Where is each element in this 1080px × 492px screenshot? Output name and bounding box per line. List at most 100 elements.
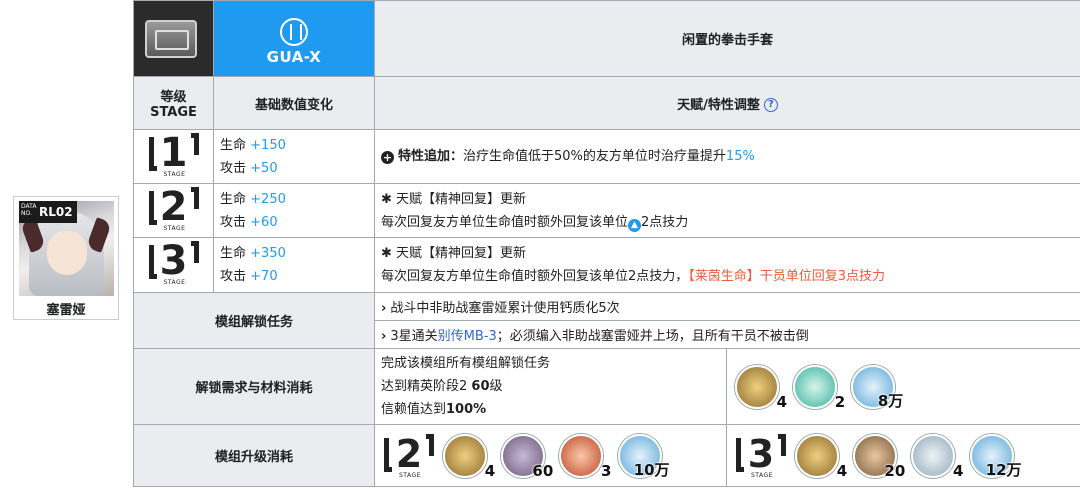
stage-3-badge-cell: 3 STAGE	[133, 237, 214, 293]
unlock-req-label: 解锁需求与材料消耗	[133, 348, 375, 425]
trait-text: 治疗生命值低于50%的友方单位时治疗量提升	[463, 149, 726, 164]
material-item[interactable]: 4	[909, 432, 964, 480]
material-count: 60	[532, 461, 554, 480]
help-icon[interactable]: ?	[763, 98, 778, 112]
material-item[interactable]: 2	[791, 363, 845, 411]
upgrade-label: 模组升级消耗	[133, 424, 375, 487]
unlock-req-line-2c: 级	[489, 379, 503, 394]
upgrade-stage-2-badge: 2 STAGE	[381, 432, 437, 480]
hp-label: 生命	[220, 191, 247, 207]
material-item[interactable]: 4	[733, 363, 787, 411]
unlock-task-2: › 3星通关别传MB-3；必须编入非助战塞雷娅并上场，且所有干员不被击倒	[373, 320, 1080, 349]
stage-1-sub: STAGE	[163, 170, 186, 178]
upgrade-stage-3-badge: 3 STAGE	[733, 432, 789, 480]
asterisk-icon: ✱	[381, 191, 392, 207]
unlock-req-line-2a: 达到精英阶段2	[381, 379, 472, 394]
data-no-label: DATA NO.	[19, 201, 37, 223]
unlock-req-level: 60	[471, 379, 490, 394]
stage-2-badge-cell: 2 STAGE	[133, 183, 214, 238]
trait-prefix: 特性追加：	[398, 149, 464, 164]
unlock-req-materials: 4 2 8万	[725, 348, 1080, 425]
stage-row-3: 3 STAGE 生命 +350 攻击 +70 ✱ 天赋【精神回复】更新 每次回复…	[133, 237, 1080, 293]
operator-code: RL02	[37, 201, 77, 223]
material-count: 4	[484, 461, 496, 480]
stage-row-2: 2 STAGE 生命 +250 攻击 +60 ✱ 天赋【精神回复】更新 每次回复…	[133, 183, 1080, 238]
unlock-task-2-suffix: ；必须编入非助战塞雷娅并上场，且所有干员不被击倒	[496, 329, 809, 344]
operator-card[interactable]: DATA NO. RL02 塞雷娅	[13, 196, 119, 320]
hp-value: +350	[250, 246, 286, 261]
module-data-block-icon	[443, 433, 488, 478]
material-count: 4	[776, 392, 787, 411]
stats-header: 基础数值变化	[213, 76, 375, 130]
module-image-cell	[133, 0, 214, 77]
atk-label: 攻击	[220, 214, 247, 230]
upgrade-stage-2: 2 STAGE 4 60 3 10万	[374, 424, 727, 487]
plus-icon: +	[381, 151, 394, 164]
material-item[interactable]: 12万	[968, 432, 1022, 480]
stage-header-en: STAGE	[150, 105, 197, 120]
stage-3-sub: STAGE	[163, 279, 186, 286]
operator-data-tag: DATA NO. RL02	[19, 201, 77, 223]
upgrade-stage-3: 3 STAGE 4 20 4 12万	[725, 424, 1080, 487]
material-item[interactable]: 4	[441, 432, 496, 480]
stage-1-talent: + 特性追加：治疗生命值低于50%的友方单位时治疗量提升15%	[373, 129, 1080, 184]
material-count: 3	[600, 461, 612, 480]
unlock-req-trust: 100%	[446, 402, 487, 417]
trait-highlight: 15%	[725, 149, 755, 164]
material-count: 4	[836, 461, 848, 480]
unlock-task-2-prefix: 3星通关	[390, 329, 438, 344]
atk-value: +70	[250, 269, 278, 284]
module-table: GUA-X 闲置的拳击手套 等级 STAGE 基础数值变化 天赋/特性调整? 1…	[133, 0, 1080, 487]
module-data-block-icon	[735, 364, 779, 409]
unlock-req-line-1: 完成该模组所有模组解锁任务	[381, 356, 551, 371]
talent-desc-highlight: 【莱茵生命】干员单位回复3点技力	[688, 269, 886, 284]
material-count: 10万	[633, 460, 670, 479]
polymer-icon	[911, 433, 956, 478]
talent-desc: 每次回复友方单位生命值时额外回复该单位2点技力，	[381, 269, 689, 284]
material-item[interactable]: 10万	[616, 432, 670, 480]
material-count: 20	[884, 461, 906, 480]
stage-link[interactable]: 别传MB-3	[438, 329, 497, 344]
stage-1-badge-cell: 1 STAGE	[133, 129, 214, 184]
module-type-cell: GUA-X	[213, 0, 375, 77]
material-item[interactable]: 20	[851, 432, 906, 480]
upgrade-stage-2-sub: STAGE	[399, 471, 421, 479]
atk-value: +50	[250, 160, 278, 176]
stage-2-sub: STAGE	[163, 224, 186, 232]
stage-3-talent: ✱ 天赋【精神回复】更新 每次回复友方单位生命值时额外回复该单位2点技力，【莱茵…	[373, 237, 1080, 293]
talent-update: 天赋【精神回复】更新	[396, 191, 527, 207]
hp-value: +150	[250, 137, 286, 153]
stage-header: 等级 STAGE	[133, 76, 214, 130]
stage-row-1: 1 STAGE 生命 +150 攻击 +50 + 特性追加：治疗生命值低于50%的…	[133, 129, 1080, 184]
module-type-icon	[280, 17, 308, 46]
chevron-right-icon: ›	[381, 301, 387, 316]
stage-1-badge: 1 STAGE	[146, 130, 202, 179]
hp-label: 生命	[220, 246, 247, 261]
unlock-req-conditions: 完成该模组所有模组解锁任务 达到精英阶段2 60级 信赖值达到100%	[374, 348, 727, 425]
material-item[interactable]: 60	[499, 432, 554, 480]
hp-value: +250	[250, 191, 286, 207]
crystal-chip-icon	[793, 364, 838, 409]
stage-2-badge: 2 STAGE	[146, 184, 202, 233]
atk-label: 攻击	[220, 269, 247, 284]
material-count: 4	[952, 461, 964, 480]
talent-update: 天赋【精神回复】更新	[396, 246, 527, 261]
material-count: 12万	[985, 460, 1022, 479]
stage-3-badge: 3 STAGE	[146, 238, 202, 287]
stage-header-cn: 等级	[160, 90, 187, 105]
unlock-task-1: › 战斗中非助战塞雷娅累计使用钙质化5次	[373, 292, 1080, 321]
stage-2-stats: 生命 +250 攻击 +60	[213, 183, 375, 238]
talent-header: 天赋/特性调整?	[373, 76, 1080, 130]
material-item[interactable]: 8万	[849, 363, 903, 411]
hp-label: 生命	[220, 137, 247, 153]
module-type-label: GUA-X	[266, 47, 322, 66]
operator-name[interactable]: 塞雷娅	[14, 299, 118, 318]
module-name: 闲置的拳击手套	[373, 0, 1080, 77]
talent-desc: 每次回复友方单位生命值时额外回复该单位	[381, 214, 629, 230]
stage-2-talent: ✱ 天赋【精神回复】更新 每次回复友方单位生命值时额外回复该单位 ▲ 2点技力	[373, 183, 1080, 238]
material-item[interactable]: 3	[557, 432, 612, 480]
atk-label: 攻击	[220, 160, 247, 176]
talent-header-label: 天赋/特性调整	[677, 97, 760, 113]
material-item[interactable]: 4	[793, 432, 848, 480]
stage-3-stats: 生命 +350 攻击 +70	[213, 237, 375, 293]
